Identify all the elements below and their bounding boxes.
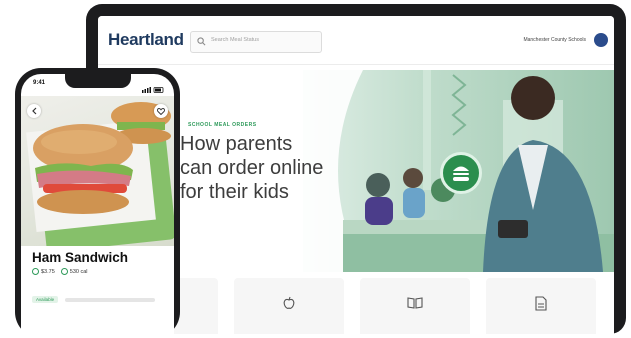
price-icon — [32, 268, 39, 275]
signal-icon — [142, 87, 164, 93]
book-icon — [407, 297, 423, 309]
favorite-button[interactable] — [154, 104, 168, 118]
hero-eyebrow: SCHOOL MEAL ORDERS — [188, 122, 257, 128]
phone-device: 9:41 Ham Sandwich $3.75 530 cal Availabl… — [15, 68, 180, 338]
top-navigation-bar: Heartland Search Meal Status Manchester … — [98, 16, 614, 65]
burger-badge — [440, 152, 482, 194]
hero-headline-line: for their kids — [180, 181, 289, 203]
description-placeholder — [65, 298, 155, 302]
leaf-icon — [60, 268, 68, 275]
phone-notch — [64, 74, 131, 88]
apple-icon — [283, 296, 295, 309]
district-name[interactable]: Manchester County Schools — [523, 37, 586, 43]
item-meta: $3.75 530 cal — [32, 268, 88, 275]
chevron-left-icon — [32, 107, 37, 115]
item-price: $3.75 — [41, 268, 55, 275]
item-title: Ham Sandwich — [32, 250, 129, 265]
search-icon — [197, 37, 206, 46]
feature-card[interactable] — [234, 278, 344, 334]
availability-tag: Available — [32, 296, 59, 303]
user-avatar[interactable] — [594, 33, 608, 47]
search-placeholder: Search Meal Status — [211, 37, 259, 43]
sandwich-image — [26, 102, 174, 252]
status-time: 9:41 — [33, 80, 46, 86]
hero-headline: How parents can order online for their k… — [180, 132, 330, 204]
phone-screen: 9:41 Ham Sandwich $3.75 530 cal Availabl… — [21, 74, 174, 338]
back-button[interactable] — [27, 104, 41, 118]
brand-logo[interactable]: Heartland — [108, 30, 184, 50]
price-chip: $3.75 — [32, 268, 55, 275]
hero-headline-line: How parents — [180, 133, 293, 155]
item-calories: 530 cal — [69, 268, 88, 275]
calorie-chip: 530 cal — [60, 268, 88, 275]
search-input[interactable]: Search Meal Status — [190, 31, 322, 53]
feature-card[interactable] — [486, 278, 596, 334]
food-photo — [21, 96, 174, 252]
hero-headline-line: can order online — [180, 157, 324, 179]
heart-icon — [157, 107, 165, 115]
burger-icon — [453, 166, 469, 181]
document-icon — [535, 296, 547, 311]
feature-card[interactable] — [360, 278, 470, 334]
